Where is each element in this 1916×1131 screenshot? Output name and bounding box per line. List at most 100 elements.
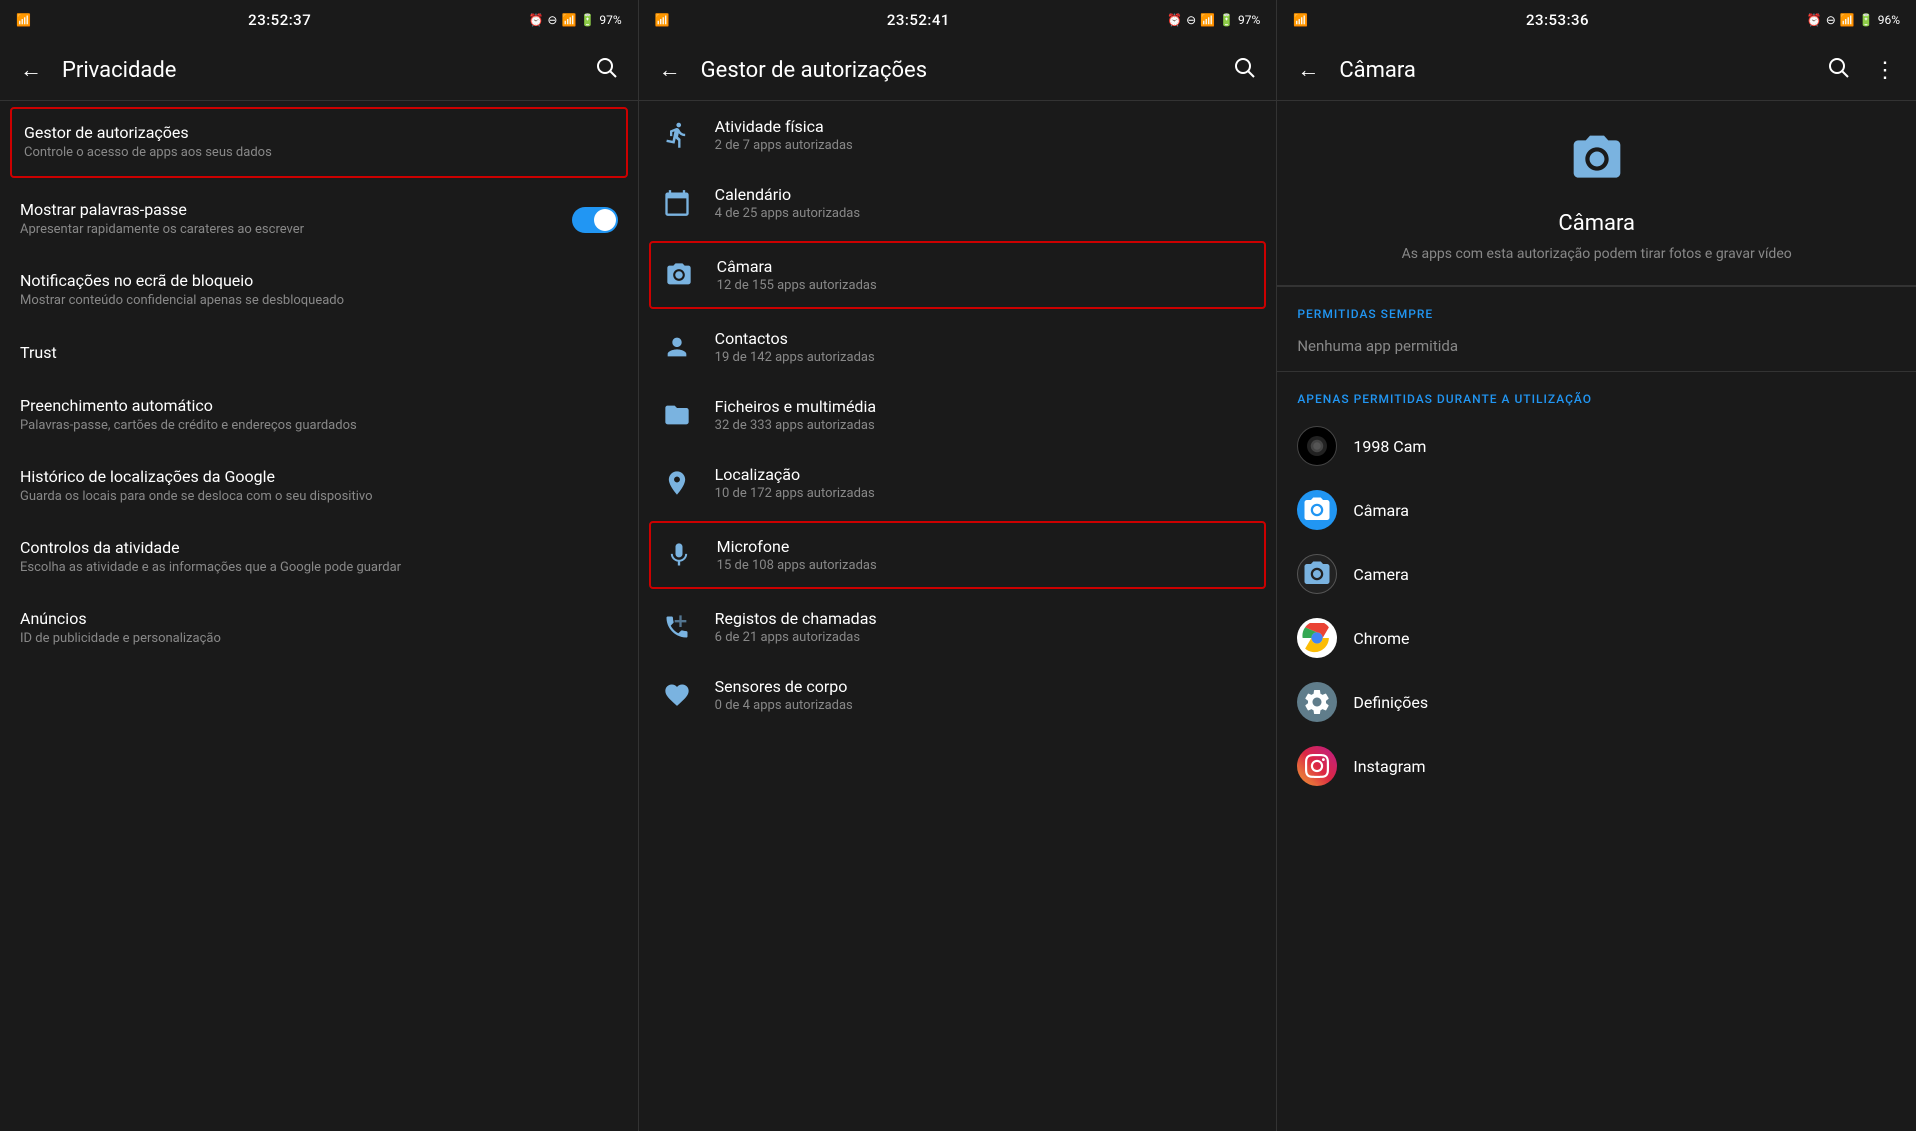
perm-text-microfone: Microfone 15 de 108 apps autorizadas [717,537,1255,573]
camera-detail-subtitle: As apps com esta autorização podem tirar… [1402,244,1792,265]
list-item-subtitle-gestor: Controle o acesso de apps aos seus dados [24,144,614,162]
more-button-3[interactable]: ⋮ [1870,54,1900,87]
perm-subtitle-registos: 6 de 21 apps autorizadas [715,630,1257,645]
app-item-definicoes[interactable]: Definições [1277,670,1916,734]
perm-item-contactos[interactable]: Contactos 19 de 142 apps autorizadas [639,313,1277,381]
list-item-palavras-passe[interactable]: Mostrar palavras-passe Apresentar rapida… [0,184,638,255]
perm-text-atividade: Atividade física 2 de 7 apps autorizadas [715,117,1257,153]
battery-icon-1: 🔋 [580,13,595,27]
app-item-chrome[interactable]: Chrome [1277,606,1916,670]
perm-title-contactos: Contactos [715,329,1257,348]
back-button-3[interactable]: ← [1293,53,1323,87]
search-button-3[interactable] [1822,51,1854,89]
app-name-definicoes: Definições [1353,693,1428,712]
perm-subtitle-camara: 12 de 155 apps autorizadas [717,278,1255,293]
wifi-icon-2: 📶 [1200,13,1215,27]
perm-title-atividade: Atividade física [715,117,1257,136]
list-item-title-ctrl: Controlos da atividade [20,538,618,557]
walk-icon [659,117,695,153]
section-header-apenas: APENAS PERMITIDAS DURANTE A UTILIZAÇÃO [1277,372,1916,414]
status-time-2: 23:52:41 [887,11,950,29]
status-left-3: 📶 [1293,13,1308,27]
app-name-1998cam: 1998 Cam [1353,437,1426,456]
status-left-1: 📶 [16,13,31,27]
toggle-thumb [594,209,616,231]
perm-item-calendario[interactable]: Calendário 4 de 25 apps autorizadas [639,169,1277,237]
search-button-2[interactable] [1228,51,1260,89]
page-title-3: Câmara [1339,58,1806,83]
status-bar-3: 📶 23:53:36 ⏰ ⊖ 📶 🔋 96% [1277,0,1916,40]
back-button-2[interactable]: ← [655,53,685,87]
app-item-instagram[interactable]: Instagram [1277,734,1916,798]
app-item-1998cam[interactable]: 1998 Cam [1277,414,1916,478]
app-icon-definicoes [1297,682,1337,722]
list-item-controlos[interactable]: Controlos da atividade Escolha as ativid… [0,522,638,593]
list-item-title-preench: Preenchimento automático [20,396,618,415]
app-name-camara: Câmara [1353,501,1409,520]
status-time-1: 23:52:37 [248,11,311,29]
perm-item-camara[interactable]: Câmara 12 de 155 apps autorizadas [649,241,1267,309]
list-item-subtitle-notif: Mostrar conteúdo confidencial apenas se … [20,292,618,310]
list-item-title-palavras: Mostrar palavras-passe [20,200,304,219]
app-name-instagram: Instagram [1353,757,1425,776]
perm-item-sensores[interactable]: Sensores de corpo 0 de 4 apps autorizada… [639,661,1277,729]
app-item-camara[interactable]: Câmara [1277,478,1916,542]
alarm-icon-3: ⏰ [1807,13,1822,27]
status-right-1: ⏰ ⊖ 📶 🔋 97% [528,13,621,27]
section-empty-permitidas: Nenhuma app permitida [1277,329,1916,371]
perm-subtitle-sensores: 0 de 4 apps autorizadas [715,698,1257,713]
perm-title-sensores: Sensores de corpo [715,677,1257,696]
app-icon-instagram [1297,746,1337,786]
perm-subtitle-localizacao: 10 de 172 apps autorizadas [715,486,1257,501]
camera-header: Câmara As apps com esta autorização pode… [1277,101,1916,286]
list-item-trust[interactable]: Trust [0,327,638,380]
app-item-camera[interactable]: Camera [1277,542,1916,606]
top-bar-3: ← Câmara ⋮ [1277,40,1916,100]
list-item-preenchimento[interactable]: Preenchimento automático Palavras-passe,… [0,380,638,451]
perm-text-camara: Câmara 12 de 155 apps autorizadas [717,257,1255,293]
perm-text-calendario: Calendário 4 de 25 apps autorizadas [715,185,1257,221]
camera-icon-perm [661,257,697,293]
toggle-palavras-passe[interactable] [572,207,618,233]
perm-text-ficheiros: Ficheiros e multimédia 32 de 333 apps au… [715,397,1257,433]
camera-detail-title: Câmara [1558,211,1635,236]
perm-item-localizacao[interactable]: Localização 10 de 172 apps autorizadas [639,449,1277,517]
list-item-subtitle-anun: ID de publicidade e personalização [20,630,618,648]
perm-title-registos: Registos de chamadas [715,609,1257,628]
mic-icon [661,537,697,573]
panel-camara-detail: 📶 23:53:36 ⏰ ⊖ 📶 🔋 96% ← Câmara ⋮ C [1277,0,1916,1131]
calendar-icon [659,185,695,221]
perm-title-microfone: Microfone [717,537,1255,556]
perm-item-ficheiros[interactable]: Ficheiros e multimédia 32 de 333 apps au… [639,381,1277,449]
page-title-1: Privacidade [62,58,574,83]
perm-item-atividade[interactable]: Atividade física 2 de 7 apps autorizadas [639,101,1277,169]
battery-pct-1: 97% [599,13,621,27]
perm-title-camara: Câmara [717,257,1255,276]
list-item-title-notif: Notificações no ecrã de bloqueio [20,271,618,290]
list-item-anuncios[interactable]: Anúncios ID de publicidade e personaliza… [0,593,638,664]
perm-subtitle-microfone: 15 de 108 apps autorizadas [717,558,1255,573]
battery-pct-2: 97% [1238,13,1260,27]
dnd-icon-2: ⊖ [1186,13,1196,27]
list-item-historico[interactable]: Histórico de localizações da Google Guar… [0,451,638,522]
app-icon-camara [1297,490,1337,530]
page-title-2: Gestor de autorizações [701,58,1213,83]
list-item-gestor[interactable]: Gestor de autorizações Controle o acesso… [10,107,628,178]
back-button-1[interactable]: ← [16,53,46,87]
signal-icon-3: 📶 [1293,13,1308,27]
palavras-passe-text: Mostrar palavras-passe Apresentar rapida… [20,200,304,239]
list-item-subtitle-ctrl: Escolha as atividade e as informações qu… [20,559,618,577]
top-bar-2: ← Gestor de autorizações [639,40,1277,100]
perm-subtitle-contactos: 19 de 142 apps autorizadas [715,350,1257,365]
app-icon-1998cam [1297,426,1337,466]
search-button-1[interactable] [590,51,622,89]
app-name-camera: Camera [1353,565,1408,584]
list-item-title-trust: Trust [20,343,618,362]
content-3: Câmara As apps com esta autorização pode… [1277,101,1916,1131]
perm-item-registos[interactable]: Registos de chamadas 6 de 21 apps autori… [639,593,1277,661]
person-icon [659,329,695,365]
perm-text-contactos: Contactos 19 de 142 apps autorizadas [715,329,1257,365]
list-item-notificacoes[interactable]: Notificações no ecrã de bloqueio Mostrar… [0,255,638,326]
perm-item-microfone[interactable]: Microfone 15 de 108 apps autorizadas [649,521,1267,589]
perm-title-ficheiros: Ficheiros e multimédia [715,397,1257,416]
